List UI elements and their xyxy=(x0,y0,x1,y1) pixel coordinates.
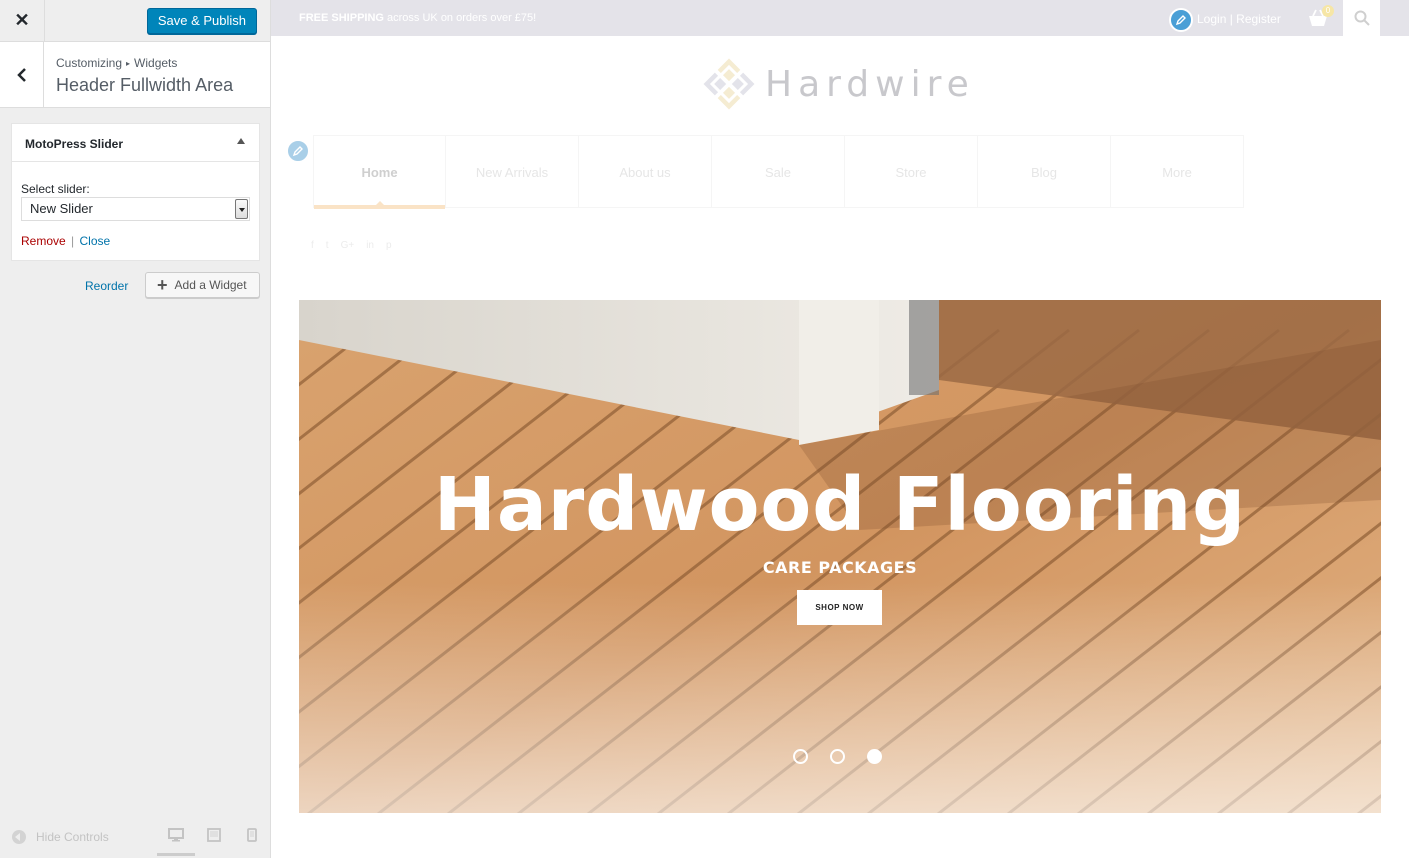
save-publish-button[interactable]: Save & Publish xyxy=(146,8,257,34)
nav-item-more[interactable]: More xyxy=(1111,136,1244,208)
section-breadcrumb-bar: Customizing ▸ Widgets Header Fullwidth Are… xyxy=(0,42,270,108)
plus-icon: + xyxy=(157,275,168,295)
logo-mark-icon xyxy=(703,58,755,110)
site-preview: FREE SHIPPING across UK on orders over £… xyxy=(271,0,1409,858)
slide-title: Hardwood Flooring xyxy=(433,462,1247,548)
slide-background-image xyxy=(299,300,1381,813)
add-widget-button[interactable]: + Add a Widget xyxy=(145,272,260,298)
nav-item-sale[interactable]: Sale xyxy=(712,136,845,208)
nav-item-about-us[interactable]: About us xyxy=(579,136,712,208)
link-separator: | xyxy=(71,234,75,248)
facebook-icon[interactable]: f xyxy=(311,240,314,251)
customizer-sidebar: ✕ Save & Publish Customizing ▸ Widgets Hea… xyxy=(0,0,271,858)
slider-select[interactable]: New Slider xyxy=(21,197,250,221)
nav-item-home[interactable]: Home xyxy=(313,136,446,209)
pinterest-icon[interactable]: p xyxy=(386,240,392,251)
preview-tablet-button[interactable] xyxy=(195,828,233,856)
site-logo[interactable]: Hardwire xyxy=(701,56,975,112)
widget-title: MotoPress Slider xyxy=(25,137,124,151)
shipping-notice: FREE SHIPPING across UK on orders over £… xyxy=(299,12,536,24)
slide-subtitle: CARE PACKAGES xyxy=(762,558,918,577)
logo-text: Hardwire xyxy=(765,63,975,105)
close-widget-link[interactable]: Close xyxy=(80,234,111,248)
shipping-strong: FREE SHIPPING xyxy=(299,12,384,24)
remove-widget-link[interactable]: Remove xyxy=(21,234,66,248)
widget-header[interactable]: MotoPress Slider xyxy=(12,124,259,162)
breadcrumb-root: Customizing xyxy=(56,56,123,70)
slider-dot-2[interactable] xyxy=(830,749,845,764)
collapse-sidebar-icon xyxy=(12,830,26,844)
edit-shortcut-icon[interactable] xyxy=(1169,8,1193,32)
slider-dot-1[interactable] xyxy=(793,749,808,764)
customizer-header: ✕ Save & Publish xyxy=(0,0,270,42)
widget-actions: Remove | Close xyxy=(21,234,110,248)
slider-dot-3[interactable] xyxy=(867,749,882,764)
motopress-slider-widget: MotoPress Slider Select slider: New Slid… xyxy=(11,123,260,261)
nav-item-blog[interactable]: Blog xyxy=(978,136,1111,208)
hide-controls-label: Hide Controls xyxy=(36,830,109,844)
customizer-footer: Hide Controls xyxy=(0,818,270,858)
shipping-rest: across UK on orders over £75! xyxy=(383,12,537,24)
reorder-link[interactable]: Reorder xyxy=(85,279,128,293)
breadcrumb-separator: ▸ xyxy=(126,59,131,68)
back-button[interactable] xyxy=(0,42,44,107)
google-plus-icon[interactable]: G+ xyxy=(341,240,355,251)
shop-now-button[interactable]: SHOP NOW xyxy=(797,590,882,625)
dropdown-arrow-icon[interactable] xyxy=(235,199,248,219)
select-slider-label: Select slider: xyxy=(21,182,90,196)
preview-mobile-button[interactable] xyxy=(233,828,271,856)
close-icon: ✕ xyxy=(14,10,30,30)
close-customizer-button[interactable]: ✕ xyxy=(0,0,45,41)
add-widget-label: Add a Widget xyxy=(174,278,247,292)
breadcrumb-parent: Widgets xyxy=(134,56,178,70)
nav-item-new-arrivals[interactable]: New Arrivals xyxy=(446,136,579,208)
mobile-icon xyxy=(247,828,257,842)
search-icon xyxy=(1354,10,1370,26)
tablet-icon xyxy=(207,828,221,842)
hide-controls-button[interactable]: Hide Controls xyxy=(12,830,109,844)
hero-slider: Hardwood Flooring CARE PACKAGES SHOP NOW xyxy=(299,300,1381,813)
edit-menu-icon[interactable] xyxy=(286,139,310,163)
slider-select-value: New Slider xyxy=(30,201,93,216)
twitter-icon[interactable]: t xyxy=(326,240,329,251)
top-bar: FREE SHIPPING across UK on orders over £… xyxy=(271,0,1409,36)
search-button[interactable] xyxy=(1343,0,1380,36)
collapse-arrow-icon[interactable] xyxy=(237,138,245,144)
preview-desktop-button[interactable] xyxy=(157,828,195,856)
slider-pagination xyxy=(793,749,882,764)
nav-item-store[interactable]: Store xyxy=(845,136,978,208)
main-navigation: Home New Arrivals About us Sale Store Bl… xyxy=(313,135,1244,209)
desktop-icon xyxy=(168,828,184,842)
section-title: Header Fullwidth Area xyxy=(56,75,234,95)
social-links: f t G+ in p xyxy=(311,240,392,251)
breadcrumb: Customizing ▸ Widgets xyxy=(56,56,177,70)
chevron-left-icon xyxy=(16,67,26,82)
linkedin-icon[interactable]: in xyxy=(366,240,374,251)
cart-count-badge: 0 xyxy=(1322,5,1334,17)
login-register-link[interactable]: Login | Register xyxy=(1197,12,1281,26)
